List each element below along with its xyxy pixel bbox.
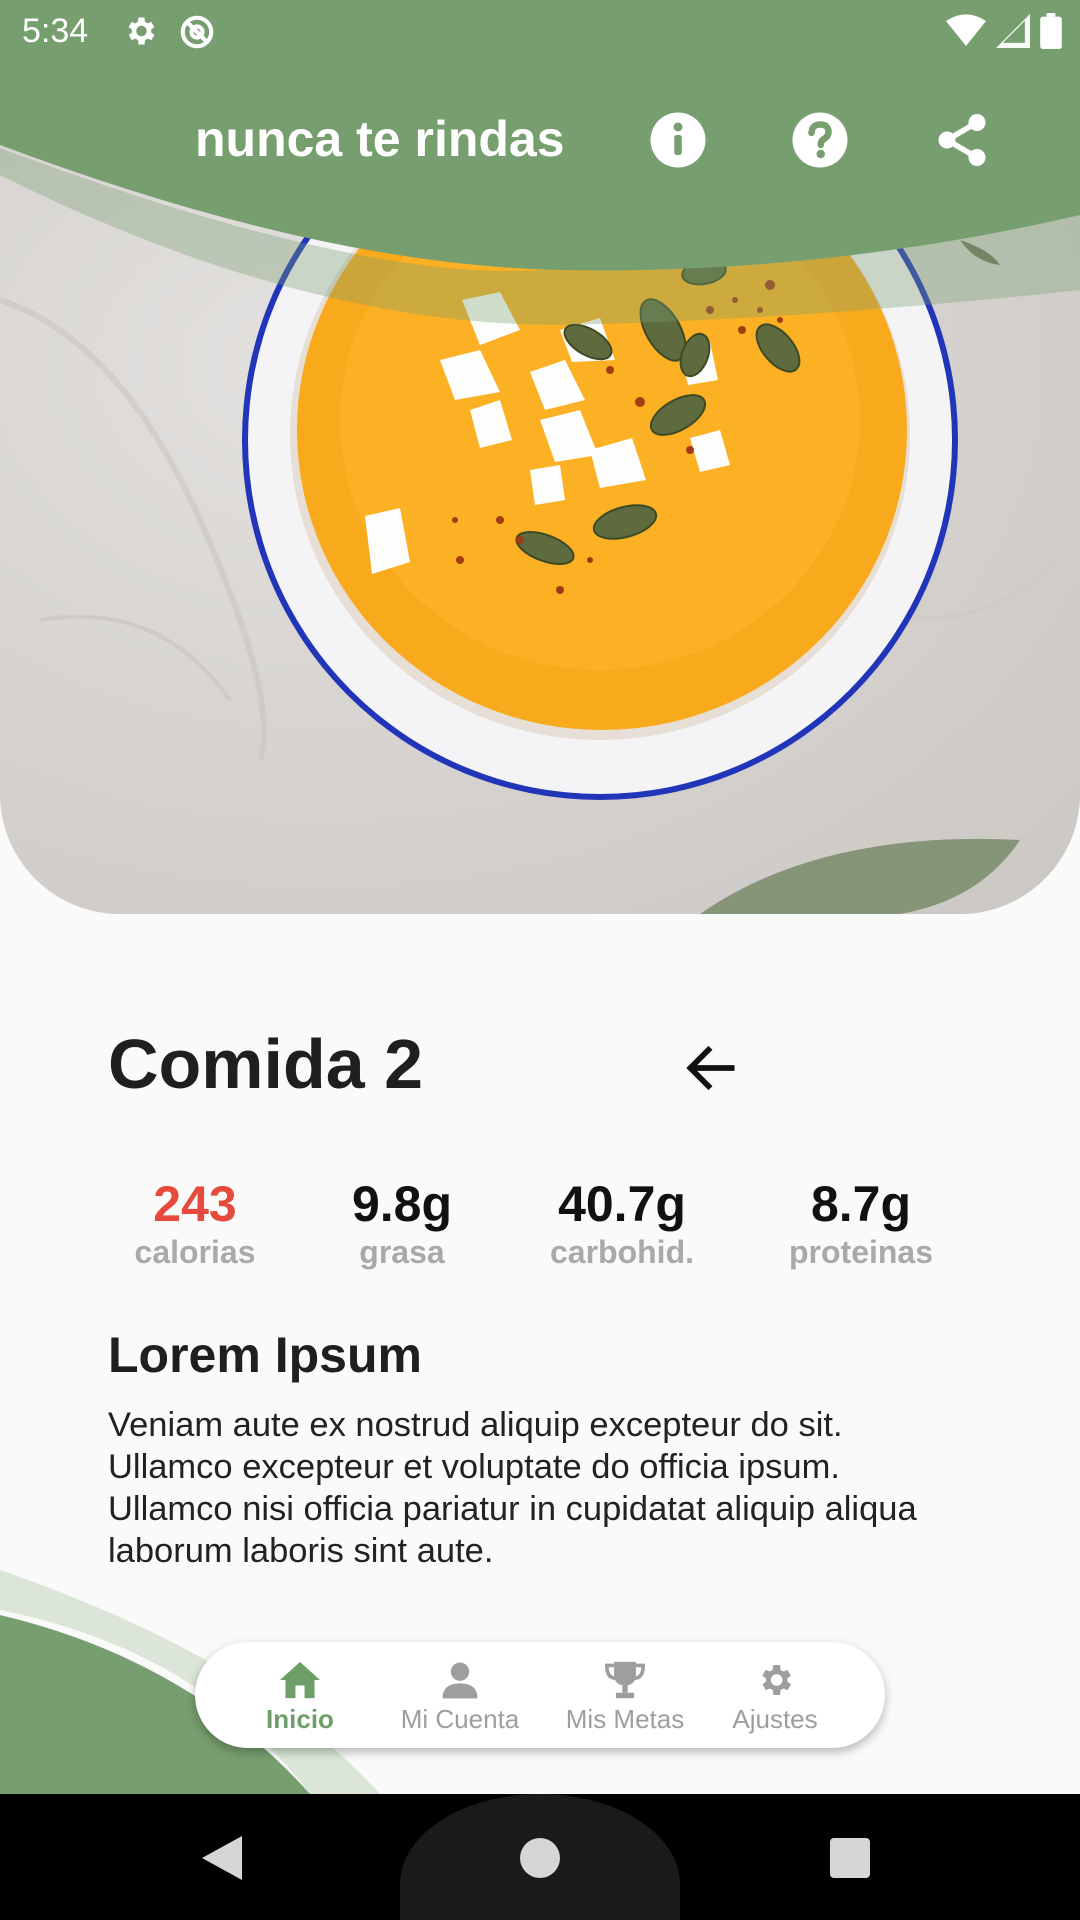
description-title: Lorem Ipsum [108,1327,422,1383]
back-button[interactable] [680,1037,742,1099]
nutrition-calories: 243 calorias [85,1174,305,1272]
nutrition-protein: 8.7g proteinas [751,1174,971,1272]
calories-label: calorias [134,1234,256,1270]
system-navigation-bar [0,1794,1080,1920]
circle-home-icon [520,1838,560,1878]
bottom-navigation: Inicio Mi Cuenta Mis Metas Ajustes [195,1642,885,1748]
nav-label-ajustes: Ajustes [732,1704,818,1734]
share-button[interactable] [932,110,992,170]
nav-item-inicio[interactable]: Inicio [255,1660,345,1735]
nav-label-mis-metas: Mis Metas [565,1704,685,1734]
nav-label-inicio: Inicio [266,1704,334,1734]
system-recents-button[interactable] [830,1838,870,1883]
nav-item-ajustes[interactable]: Ajustes [710,1660,840,1735]
help-button[interactable] [790,110,850,170]
user-icon [442,1662,478,1699]
help-icon [792,112,848,168]
trophy-icon [604,1661,646,1699]
share-icon [938,114,986,166]
protein-label: proteinas [788,1234,934,1270]
info-button[interactable] [648,110,708,170]
triangle-back-icon [202,1836,242,1880]
fat-label: grasa [359,1234,445,1270]
status-time: 5:34 [22,12,89,50]
arrow-back-icon [686,1045,735,1091]
gear-icon [762,1665,791,1695]
nutrition-carbs: 40.7g carbohid. [512,1174,732,1272]
calories-value: 243 [153,1176,237,1232]
system-home-button[interactable] [520,1838,560,1883]
protein-value: 8.7g [810,1176,912,1232]
carbs-value: 40.7g [558,1176,686,1232]
data-saver-status-icon [178,13,216,56]
home-icon [280,1661,320,1699]
meal-title: Comida 2 [108,1025,424,1103]
status-bar: 5:34 [0,0,1080,64]
app-title: nunca te rindas [195,111,565,167]
settings-status-icon [122,13,158,56]
nav-item-mi-cuenta[interactable]: Mi Cuenta [380,1660,540,1735]
info-icon [650,112,706,168]
nav-item-mis-metas[interactable]: Mis Metas [545,1660,705,1735]
battery-icon [1040,13,1062,54]
nav-label-mi-cuenta: Mi Cuenta [400,1704,520,1734]
carbs-label: carbohid. [549,1234,694,1270]
nutrition-fat: 9.8g grasa [292,1174,512,1272]
fat-value: 9.8g [351,1176,453,1232]
system-back-button[interactable] [202,1836,242,1885]
square-recents-icon [830,1838,870,1878]
wifi-icon [946,14,986,53]
signal-icon [996,14,1030,53]
